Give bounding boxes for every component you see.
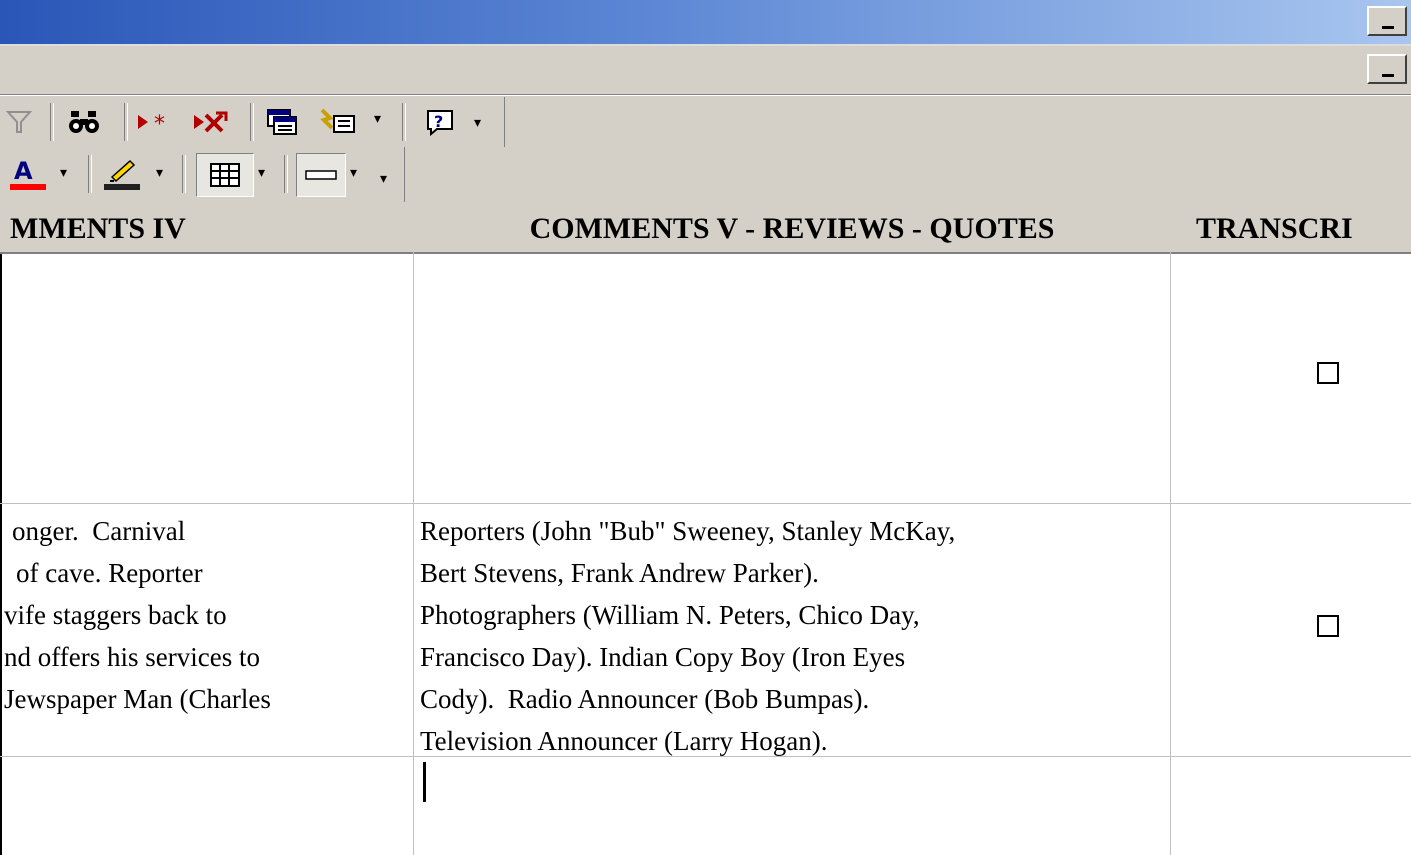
- cell-comments-iv-row1[interactable]: [2, 252, 413, 503]
- cell-text-line: Reporters (John "Bub" Sweeney, Stanley M…: [420, 516, 956, 546]
- column-header-label: TRANSCRI: [1196, 212, 1353, 245]
- column-header-label: MMENTS IV: [10, 212, 186, 245]
- cell-comments-v-row1[interactable]: [414, 252, 1170, 503]
- new-object-icon[interactable]: [316, 105, 360, 139]
- transcript-checkbox-row2[interactable]: [1317, 615, 1339, 637]
- chevron-down-icon[interactable]: ▾: [374, 111, 381, 127]
- svg-text:*: *: [154, 112, 165, 135]
- cell-text-line: onger. Carnival: [12, 516, 186, 546]
- chevron-down-icon[interactable]: ▾: [350, 165, 357, 181]
- database-window-icon[interactable]: [262, 105, 302, 139]
- cell-text-line: Photographers (William N. Peters, Chico …: [420, 600, 920, 630]
- svg-text:?: ?: [434, 112, 443, 131]
- cell-comments-v-row2[interactable]: Reporters (John "Bub" Sweeney, Stanley M…: [414, 504, 1170, 756]
- transcript-checkbox-row1[interactable]: [1317, 362, 1339, 384]
- cell-comments-iv-row2[interactable]: onger. Carnival of cave. Reporter vife s…: [2, 504, 413, 756]
- cell-transcript-row3[interactable]: [1171, 757, 1411, 855]
- cell-text-line: of cave. Reporter: [16, 558, 203, 588]
- font-color-icon[interactable]: A: [8, 155, 48, 195]
- chevron-down-icon[interactable]: ▾: [258, 165, 265, 181]
- cell-comments-v-row3[interactable]: [414, 757, 1170, 855]
- cell-text-line: Cody). Radio Announcer (Bob Bumpas).: [420, 684, 870, 714]
- cell-text-line: Jewspaper Man (Charles: [4, 684, 271, 714]
- cell-text-line: Bert Stevens, Frank Andrew Parker).: [420, 558, 819, 588]
- chevron-down-icon[interactable]: ▾: [380, 171, 387, 187]
- document-minimize-button[interactable]: [1367, 54, 1407, 84]
- chevron-down-icon[interactable]: ▾: [156, 165, 163, 181]
- cell-text-line: nd offers his services to: [4, 642, 260, 672]
- column-header-comments-v[interactable]: COMMENTS V - REVIEWS - QUOTES: [414, 205, 1171, 254]
- line-color-icon[interactable]: [100, 155, 144, 195]
- column-header-comments-iv[interactable]: MMENTS IV: [0, 205, 425, 254]
- find-icon[interactable]: [64, 105, 104, 139]
- gridlines-icon[interactable]: [196, 153, 254, 197]
- cell-text-line: vife staggers back to: [4, 600, 227, 630]
- help-icon[interactable]: ?: [420, 105, 460, 139]
- app-minimize-button[interactable]: [1367, 6, 1407, 36]
- new-record-icon[interactable]: *: [134, 105, 178, 139]
- window-title-bar: [0, 0, 1411, 46]
- menu-bar: [0, 46, 1411, 96]
- minimize-icon: [1382, 74, 1394, 77]
- cell-text-line: Television Announcer (Larry Hogan).: [420, 726, 828, 756]
- minimize-icon: [1382, 26, 1394, 29]
- svg-text:A: A: [14, 157, 33, 185]
- text-cursor: [423, 762, 426, 802]
- filter-icon[interactable]: [4, 105, 34, 139]
- chevron-down-icon[interactable]: ▾: [474, 115, 481, 131]
- special-effect-icon[interactable]: [296, 153, 346, 197]
- delete-record-icon[interactable]: [188, 105, 232, 139]
- column-header-transcript[interactable]: TRANSCRI: [1170, 205, 1411, 254]
- chevron-down-icon[interactable]: ▾: [60, 165, 67, 181]
- column-header-label: COMMENTS V - REVIEWS - QUOTES: [529, 212, 1055, 245]
- database-toolbar: * ▾ ? ▾: [0, 97, 505, 147]
- cell-text-line: Francisco Day). Indian Copy Boy (Iron Ey…: [420, 642, 906, 672]
- cell-comments-iv-row3[interactable]: [2, 757, 413, 855]
- formatting-toolbar: A ▾ ▾ ▾ ▾ ▾: [0, 147, 405, 202]
